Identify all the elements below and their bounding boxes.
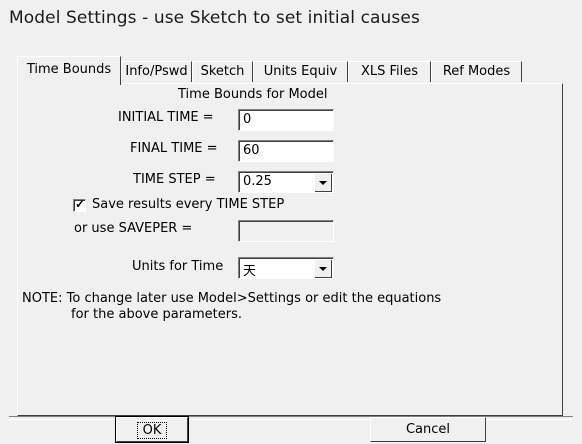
bottom-separator — [9, 416, 573, 420]
initial-time-label: INITIAL TIME = — [118, 110, 214, 125]
tab-label: Info/Pswd — [125, 64, 188, 79]
cancel-button[interactable]: Cancel — [370, 417, 486, 442]
tab-label: Sketch — [200, 64, 245, 79]
tab-time-bounds[interactable]: Time Bounds — [17, 56, 121, 85]
time-bounds-panel: Time Bounds for Model INITIAL TIME = 0 F… — [17, 83, 563, 416]
final-time-value: 60 — [243, 143, 260, 158]
initial-time-input[interactable]: 0 — [238, 109, 334, 131]
tab-label: Time Bounds — [26, 62, 112, 77]
final-time-label: FINAL TIME = — [130, 141, 218, 156]
chevron-down-icon[interactable] — [314, 259, 332, 278]
saveper-label: or use SAVEPER = — [74, 221, 193, 236]
saveper-input[interactable] — [238, 220, 334, 242]
final-time-input[interactable]: 60 — [238, 140, 334, 162]
save-every-checkbox[interactable]: ✓ — [73, 197, 86, 212]
dialog-body: Time Bounds Info/Pswd Sketch Units Equiv… — [9, 40, 573, 443]
units-for-time-label: Units for Time — [132, 259, 224, 274]
save-every-label: Save results every TIME STEP — [92, 197, 285, 212]
tab-units-equiv[interactable]: Units Equiv — [253, 61, 348, 82]
checkmark-icon: ✓ — [75, 197, 86, 211]
note-line-2: for the above parameters. — [71, 307, 243, 322]
units-for-time-value: 天 — [243, 264, 257, 279]
ok-button-label: OK — [136, 422, 168, 439]
tab-label: Units Equiv — [263, 64, 338, 79]
tab-ref-modes[interactable]: Ref Modes — [431, 61, 522, 82]
time-step-value: 0.25 — [243, 174, 272, 189]
cancel-button-label: Cancel — [405, 422, 451, 437]
note-line-1: NOTE: To change later use Model>Settings… — [22, 291, 442, 306]
units-for-time-select[interactable]: 天 — [238, 257, 334, 279]
tab-label: XLS Files — [360, 64, 419, 79]
window-title: Model Settings - use Sketch to set initi… — [9, 8, 420, 28]
title-bar: Model Settings - use Sketch to set initi… — [0, 0, 582, 40]
tab-sketch[interactable]: Sketch — [192, 61, 253, 82]
panel-heading: Time Bounds for Model — [178, 87, 328, 102]
initial-time-value: 0 — [243, 112, 252, 127]
ok-button[interactable]: OK — [115, 416, 189, 443]
tab-info-pswd[interactable]: Info/Pswd — [121, 61, 192, 82]
chevron-down-icon[interactable] — [314, 173, 332, 192]
time-step-select[interactable]: 0.25 — [238, 171, 334, 193]
tab-label: Ref Modes — [442, 64, 511, 79]
tab-xls-files[interactable]: XLS Files — [348, 61, 431, 82]
time-step-label: TIME STEP = — [133, 172, 216, 187]
